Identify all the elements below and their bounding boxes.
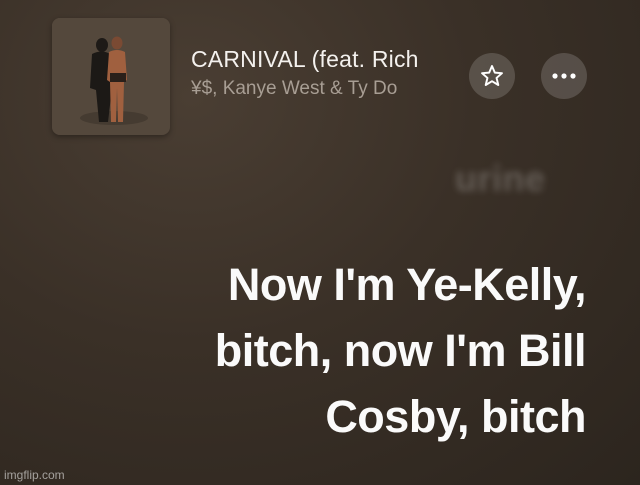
more-options-button[interactable] <box>541 53 587 99</box>
album-art-icon <box>52 18 170 135</box>
star-icon <box>481 65 503 86</box>
ellipsis-icon <box>552 73 576 79</box>
now-playing-header: CARNIVAL (feat. Rich ¥$, Kanye West & Ty… <box>0 0 640 150</box>
favorite-button[interactable] <box>469 53 515 99</box>
track-info[interactable]: CARNIVAL (feat. Rich ¥$, Kanye West & Ty… <box>191 44 461 102</box>
previous-lyric-line[interactable]: urine <box>455 158 546 200</box>
lyric-line: Now I'm Ye-Kelly, <box>227 259 587 310</box>
album-artwork[interactable] <box>52 18 170 135</box>
lyric-line: bitch, now I'm Bill <box>214 325 587 376</box>
track-title: CARNIVAL (feat. Rich <box>191 46 419 72</box>
track-artist: ¥$, Kanye West & Ty Do <box>191 78 398 99</box>
lyric-line: Cosby, bitch <box>325 391 586 442</box>
watermark: imgflip.com <box>4 468 65 482</box>
current-lyric[interactable]: Now I'm Ye-Kelly, bitch, now I'm Bill Co… <box>116 252 587 450</box>
